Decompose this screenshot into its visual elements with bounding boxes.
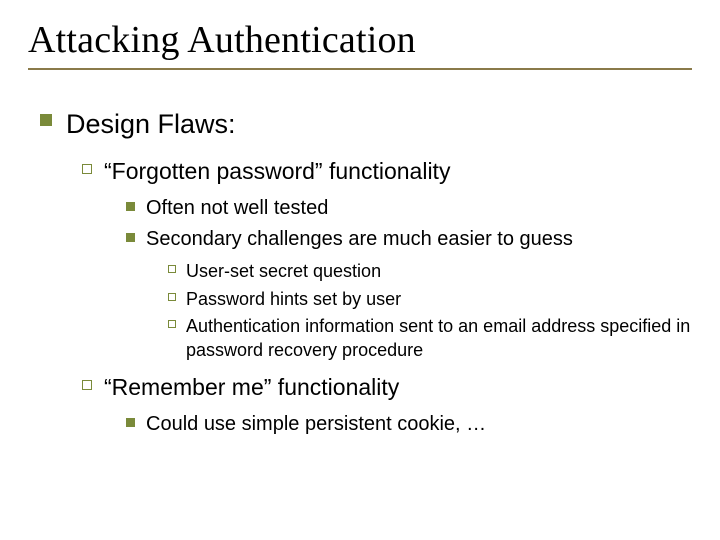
list-item: Design Flaws: — [40, 106, 692, 142]
list-item: Authentication information sent to an em… — [168, 314, 692, 363]
open-square-bullet-icon — [82, 380, 92, 390]
slide: Attacking Authentication Design Flaws: “… — [0, 0, 720, 540]
list-item: “Forgotten password” functionality — [82, 156, 692, 187]
open-square-bullet-icon — [168, 320, 176, 328]
list-item: Could use simple persistent cookie, … — [126, 411, 692, 438]
list-item-label: “Remember me” functionality — [104, 372, 692, 403]
square-bullet-icon — [126, 202, 135, 211]
list-item-label: Secondary challenges are much easier to … — [146, 226, 692, 253]
square-bullet-icon — [40, 114, 52, 126]
list-item-label: Authentication information sent to an em… — [186, 314, 692, 363]
list-item-label: “Forgotten password” functionality — [104, 156, 692, 187]
list-item: Password hints set by user — [168, 287, 692, 311]
list-item-label: Design Flaws: — [66, 106, 692, 142]
list-item: Often not well tested — [126, 195, 692, 222]
list-item-label: Could use simple persistent cookie, … — [146, 411, 692, 438]
open-square-bullet-icon — [168, 293, 176, 301]
list-item: User-set secret question — [168, 259, 692, 283]
square-bullet-icon — [126, 233, 135, 242]
open-square-bullet-icon — [82, 164, 92, 174]
list-item-label: User-set secret question — [186, 259, 692, 283]
list-item-label: Often not well tested — [146, 195, 692, 222]
list-item-label: Password hints set by user — [186, 287, 692, 311]
open-square-bullet-icon — [168, 265, 176, 273]
title-underline — [28, 68, 692, 70]
slide-title: Attacking Authentication — [28, 18, 692, 62]
list-item: “Remember me” functionality — [82, 372, 692, 403]
list-item: Secondary challenges are much easier to … — [126, 226, 692, 253]
square-bullet-icon — [126, 418, 135, 427]
